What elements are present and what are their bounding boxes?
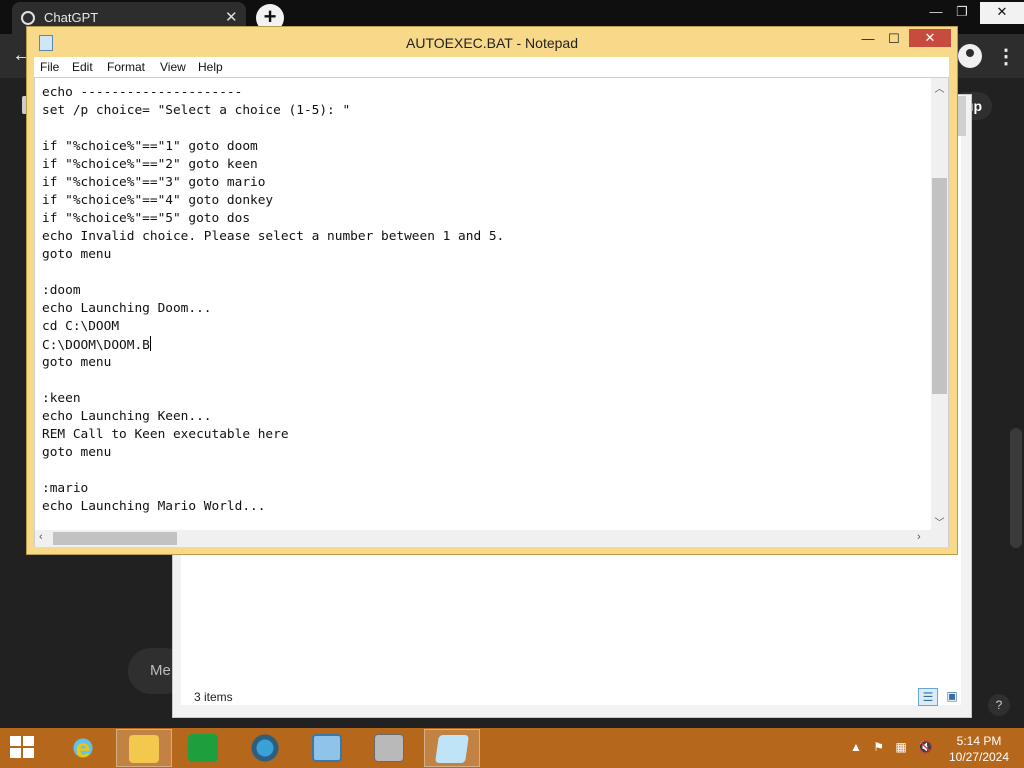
editor-line: :doom [42,283,81,298]
system-tray: ▲ ⚑ ▦ 🔇 [850,740,941,754]
editor-line: :mario [42,481,89,496]
details-view-icon: ☰ [922,690,934,704]
internet-explorer-icon: e [68,734,98,762]
scroll-down-icon[interactable]: ﹀ [931,514,948,529]
editor-line: REM Call to Keen executable here [42,427,289,442]
taskbar-file-explorer[interactable] [116,729,172,767]
page-scrollbar[interactable] [1010,428,1022,548]
text-editor[interactable]: echo --------------------- set /p choice=… [34,77,949,547]
more-menu-icon[interactable]: ⋮ [996,44,1016,69]
explorer-status-text: 3 items [194,690,233,704]
tiles-view-button[interactable]: ▣ [942,688,962,706]
profile-icon[interactable] [958,44,982,68]
scroll-left-icon[interactable]: ‹ [39,531,43,543]
browser-close-button[interactable]: ✕ [980,2,1024,24]
editor-text[interactable]: echo --------------------- set /p choice=… [42,84,504,516]
vertical-scroll-thumb[interactable] [932,178,947,394]
editor-line: echo --------------------- [42,85,243,100]
taskbar-remote-desktop[interactable] [300,729,356,767]
window-title: AUTOEXEC.BAT - Notepad [406,35,578,51]
taskbar-store[interactable] [176,729,232,767]
editor-line: if "%choice%"=="4" goto donkey [42,193,274,208]
file-explorer-icon [129,735,159,763]
menu-view[interactable]: View [160,60,186,74]
editor-line: echo Launching Mario World... [42,499,266,514]
clock-date[interactable]: 10/27/2024 [944,750,1014,764]
taskbar-internet-explorer[interactable]: e [56,729,112,767]
editor-line: echo Launching Keen... [42,409,212,424]
taskbar: e ▲ ⚑ ▦ 🔇 5:14 PM 10/27/2024 [0,728,1024,768]
editor-line: echo Invalid choice. Please select a num… [42,229,505,244]
notepad-window: AUTOEXEC.BAT - Notepad — ☐ ✕ File Edit F… [26,26,958,555]
editor-line: goto menu [42,445,112,460]
clock-time[interactable]: 5:14 PM [944,734,1014,748]
horizontal-scrollbar[interactable]: ‹ › [35,530,931,547]
vertical-scrollbar[interactable]: ︿ ﹀ [931,78,948,530]
taskbar-scanner[interactable] [362,729,418,767]
taskbar-notepad[interactable] [424,729,480,767]
editor-line: goto menu [42,355,112,370]
start-button[interactable] [10,736,36,760]
text-caret [149,336,151,351]
menu-help[interactable]: Help [198,60,223,74]
media-icon [250,734,280,762]
notepad-titlebar[interactable]: AUTOEXEC.BAT - Notepad — ☐ ✕ [27,27,957,57]
speaker-muted-icon[interactable]: 🔇 [918,740,933,754]
close-button[interactable]: ✕ [909,29,951,47]
store-icon [188,734,218,762]
editor-line: goto menu [42,247,112,262]
menu-bar: File Edit Format View Help [34,57,949,77]
editor-line: if "%choice%"=="3" goto mario [42,175,266,190]
tiles-view-icon: ▣ [946,689,958,703]
editor-line: if "%choice%"=="2" goto keen [42,157,258,172]
maximize-button[interactable]: ☐ [883,31,905,49]
help-icon[interactable]: ? [988,694,1010,716]
chevron-up-icon[interactable]: ▲ [850,740,862,754]
editor-line: C:\DOOM\DOOM.B [42,336,151,353]
taskbar-media[interactable] [238,729,294,767]
explorer-scrollbar[interactable] [958,96,966,136]
flag-icon[interactable]: ⚑ [873,740,884,754]
scanner-icon [374,734,404,762]
menu-edit[interactable]: Edit [72,60,93,74]
chatgpt-logo-icon [21,11,35,25]
editor-line: :keen [42,391,81,406]
editor-line: if "%choice%"=="1" goto doom [42,139,258,154]
horizontal-scroll-thumb[interactable] [53,532,177,545]
network-icon[interactable]: ▦ [895,740,906,754]
browser-restore-button[interactable]: ❐ [940,2,984,24]
menu-format[interactable]: Format [107,60,145,74]
tab-title: ChatGPT [44,10,99,25]
tab-close-icon[interactable]: ✕ [225,8,238,26]
details-view-button[interactable]: ☰ [918,688,938,706]
editor-line: if "%choice%"=="5" goto dos [42,211,251,226]
notepad-icon [435,735,469,763]
scroll-right-icon[interactable]: › [917,531,921,543]
scroll-up-icon[interactable]: ︿ [931,80,948,95]
editor-line: set /p choice= "Select a choice (1-5): " [42,103,351,118]
editor-line: cd C:\DOOM [42,319,120,334]
remote-desktop-icon [312,734,342,762]
menu-file[interactable]: File [40,60,59,74]
resize-grip-icon[interactable] [931,530,948,547]
minimize-button[interactable]: — [857,31,879,49]
editor-line: echo Launching Doom... [42,301,212,316]
